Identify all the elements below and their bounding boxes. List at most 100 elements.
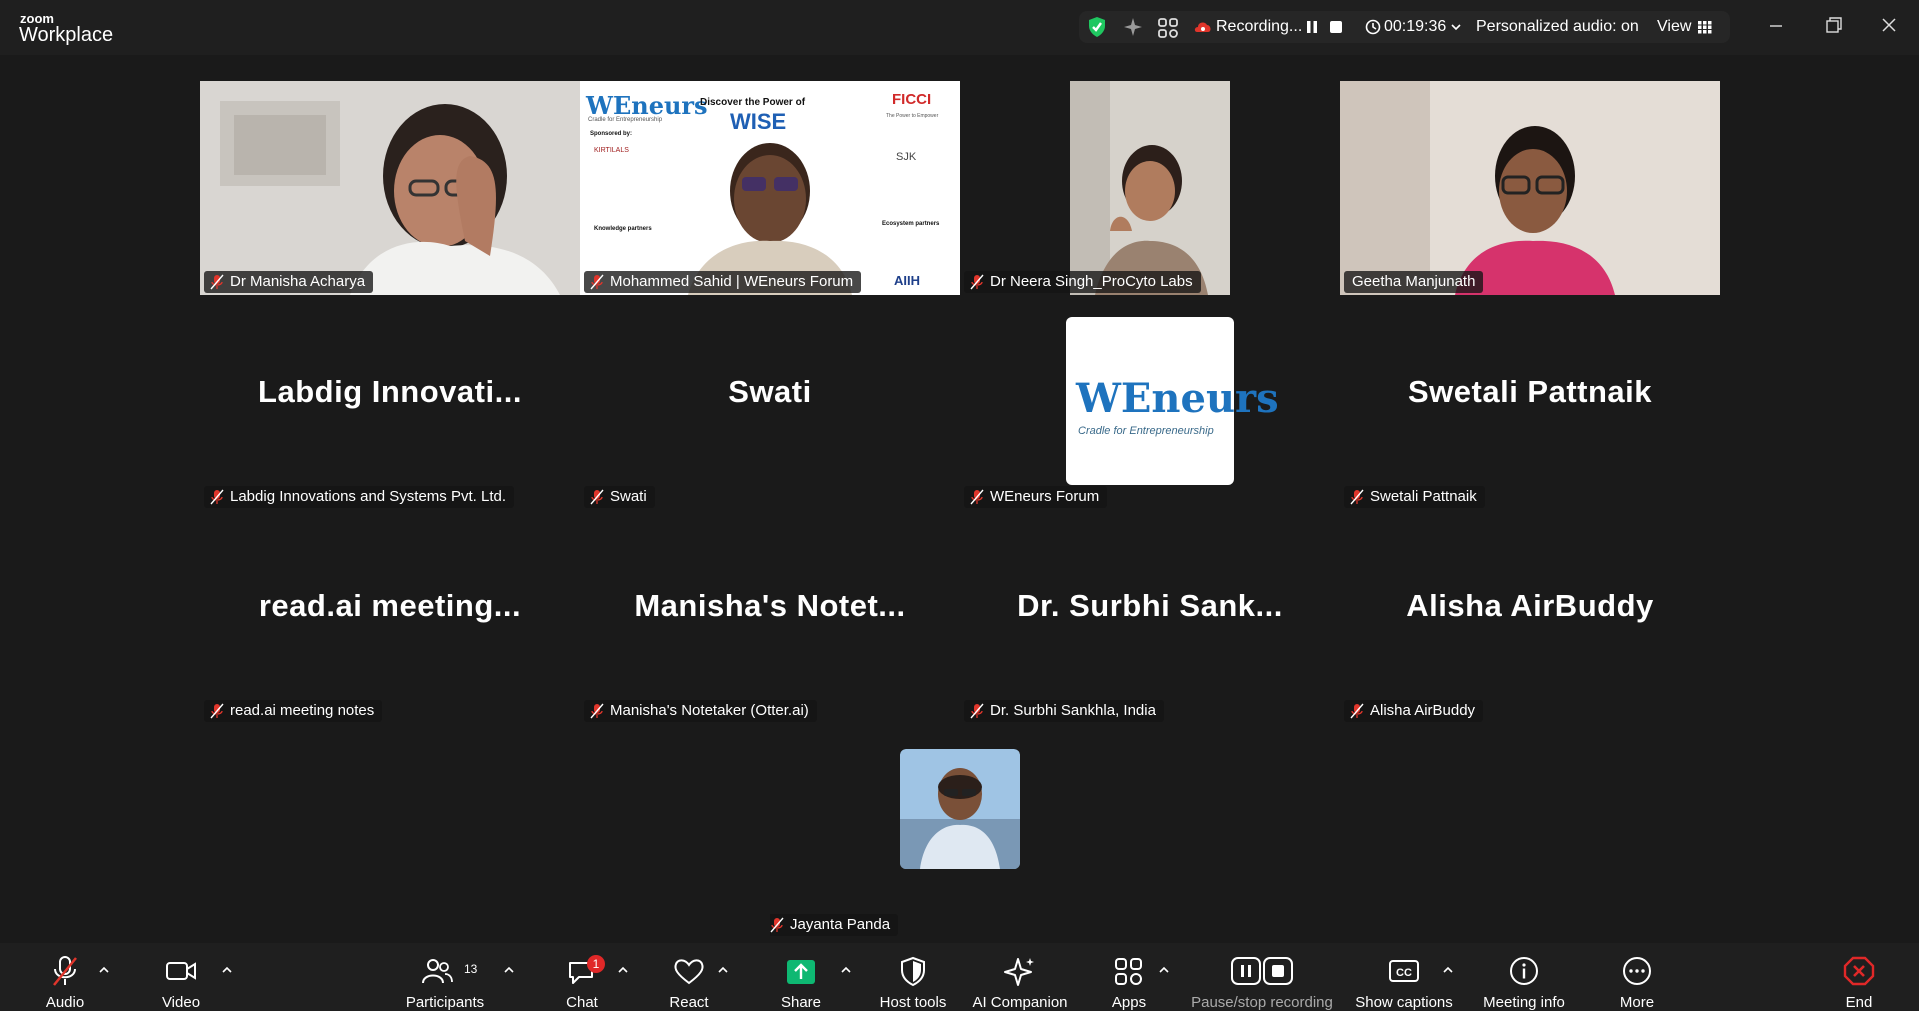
participant-tile[interactable]: Swati Swati: [580, 296, 960, 510]
muted-mic-icon: [210, 489, 224, 505]
participant-name: Geetha Manjunath: [1352, 273, 1476, 290]
view-button[interactable]: View: [1657, 11, 1691, 43]
chat-label: Chat: [566, 994, 598, 1011]
apps-icon: [1115, 958, 1142, 985]
participants-label: Participants: [405, 994, 485, 1011]
meeting-info-button[interactable]: Meeting info: [1478, 943, 1570, 1011]
participant-name-tag: Geetha Manjunath: [1344, 271, 1484, 293]
video-camera-icon: [166, 962, 196, 980]
end-meeting-button[interactable]: End: [1838, 943, 1880, 1011]
apps-label: Apps: [1111, 994, 1147, 1011]
participant-name: Swetali Pattnaik: [1370, 488, 1477, 505]
participant-name: Alisha AirBuddy: [1370, 702, 1476, 719]
title-bar: zoom Workplace Recording... 00:19:36 Per…: [0, 0, 1919, 55]
meeting-toolbar: Audio Video 13 Participants 1 Chat React: [0, 943, 1919, 1011]
chat-options-chevron-icon[interactable]: [617, 965, 629, 975]
participants-button[interactable]: 13 Participants: [400, 943, 490, 1011]
participant-tile[interactable]: Alisha AirBuddy Alisha AirBuddy: [1340, 510, 1720, 724]
participant-tile[interactable]: Jayanta Panda: [770, 724, 1150, 938]
share-screen-icon: [787, 960, 815, 984]
muted-mic-icon: [590, 274, 604, 290]
muted-mic-icon: [590, 703, 604, 719]
ai-companion-button[interactable]: AI Companion: [966, 943, 1074, 1011]
share-button[interactable]: Share: [770, 943, 832, 1011]
participant-display-name: Labdig Innovati...: [258, 374, 522, 409]
share-options-chevron-icon[interactable]: [840, 965, 852, 975]
participant-name: Mohammed Sahid | WEneurs Forum: [610, 273, 854, 290]
muted-mic-icon: [590, 489, 604, 505]
participants-options-chevron-icon[interactable]: [503, 965, 515, 975]
video-button[interactable]: Video: [145, 943, 217, 1011]
restore-window-icon[interactable]: [1817, 12, 1849, 40]
host-tools-button[interactable]: Host tools: [872, 943, 954, 1011]
audio-button[interactable]: Audio: [30, 943, 100, 1011]
heart-icon: [674, 959, 704, 985]
react-button[interactable]: React: [658, 943, 720, 1011]
closed-captions-icon: CC: [1389, 960, 1419, 982]
minimize-window-icon[interactable]: [1760, 12, 1792, 40]
muted-microphone-icon: [53, 956, 77, 986]
ai-sparkle-icon[interactable]: [1121, 11, 1145, 43]
participant-name: Dr Manisha Acharya: [230, 273, 366, 290]
participant-name: read.ai meeting notes: [230, 702, 375, 719]
show-captions-label: Show captions: [1355, 994, 1453, 1011]
participant-tile[interactable]: Swetali Pattnaik Swetali Pattnaik: [1340, 296, 1720, 510]
participant-name-tag: Mohammed Sahid | WEneurs Forum: [584, 271, 862, 293]
participant-tile[interactable]: Dr Neera Singh_ProCyto Labs: [960, 81, 1340, 295]
participant-name-tag: Dr Manisha Acharya: [204, 271, 374, 293]
apps-options-chevron-icon[interactable]: [1158, 965, 1170, 975]
share-label: Share: [780, 994, 822, 1011]
participant-tile[interactable]: Dr. Surbhi Sank... Dr. Surbhi Sankhla, I…: [960, 510, 1340, 724]
video-label: Video: [161, 994, 201, 1011]
close-window-icon[interactable]: [1873, 12, 1905, 40]
avatar-brand-tagline: Cradle for Entrepreneurship: [1078, 425, 1214, 437]
end-label: End: [1845, 994, 1873, 1011]
react-options-chevron-icon[interactable]: [717, 965, 729, 975]
meeting-info-label: Meeting info: [1483, 994, 1565, 1011]
end-call-icon: [1843, 956, 1875, 986]
stop-recording-icon[interactable]: [1329, 11, 1343, 43]
participant-tile-active-speaker[interactable]: Geetha Manjunath: [1340, 81, 1720, 295]
participant-display-name: Dr. Surbhi Sank...: [1017, 588, 1283, 623]
pause-recording-icon[interactable]: [1305, 11, 1319, 43]
personalized-audio-label[interactable]: Personalized audio: on: [1476, 11, 1639, 43]
participant-tile[interactable]: read.ai meeting... read.ai meeting notes: [200, 510, 580, 724]
muted-mic-icon: [1350, 489, 1364, 505]
participant-tile[interactable]: Dr Manisha Acharya: [200, 81, 580, 295]
participant-tile[interactable]: WEneurs Cradle for Entrepreneurship Disc…: [580, 81, 960, 295]
participant-name: Dr. Surbhi Sankhla, India: [990, 702, 1156, 719]
participant-tile[interactable]: Manisha's Notet... Manisha's Notetaker (…: [580, 510, 960, 724]
timer-chevron-down-icon[interactable]: [1449, 11, 1463, 43]
participant-name-tag: Dr. Surbhi Sankhla, India: [964, 700, 1164, 722]
gallery-view: Dr Manisha Acharya WEneurs Cradle for En…: [0, 55, 1919, 943]
view-grid-icon[interactable]: [1697, 11, 1713, 43]
muted-mic-icon: [970, 703, 984, 719]
participant-name: Swati: [610, 488, 647, 505]
participant-name-tag: Swetali Pattnaik: [1344, 486, 1485, 508]
chat-button[interactable]: 1 Chat: [552, 943, 612, 1011]
svg-text:CC: CC: [1396, 967, 1412, 979]
captions-options-chevron-icon[interactable]: [1442, 965, 1454, 975]
apps-grid-icon[interactable]: [1156, 11, 1180, 43]
participant-name: WEneurs Forum: [990, 488, 1100, 505]
info-icon: [1510, 957, 1538, 985]
participant-video: [1340, 81, 1720, 295]
security-shield-icon[interactable]: [1085, 11, 1109, 43]
audio-label: Audio: [45, 994, 85, 1011]
muted-mic-icon: [770, 917, 784, 933]
participants-count: 13: [464, 962, 478, 976]
brand-name: Workplace: [19, 24, 114, 46]
muted-mic-icon: [970, 489, 984, 505]
pause-stop-recording-button[interactable]: Pause/stop recording: [1186, 943, 1338, 1011]
video-options-chevron-icon[interactable]: [221, 965, 233, 975]
participant-tile[interactable]: WEneurs Cradle for Entrepreneurship WEne…: [960, 296, 1340, 510]
audio-options-chevron-icon[interactable]: [98, 965, 110, 975]
participant-tile[interactable]: Labdig Innovati... Labdig Innovations an…: [200, 296, 580, 510]
more-button[interactable]: More: [1612, 943, 1662, 1011]
show-captions-button[interactable]: CC Show captions: [1352, 943, 1456, 1011]
apps-button[interactable]: Apps: [1099, 943, 1159, 1011]
participant-video: [1070, 81, 1230, 295]
timer-clock-icon: [1365, 11, 1381, 43]
shield-icon: [901, 956, 925, 987]
participant-name: Labdig Innovations and Systems Pvt. Ltd.: [230, 488, 506, 505]
